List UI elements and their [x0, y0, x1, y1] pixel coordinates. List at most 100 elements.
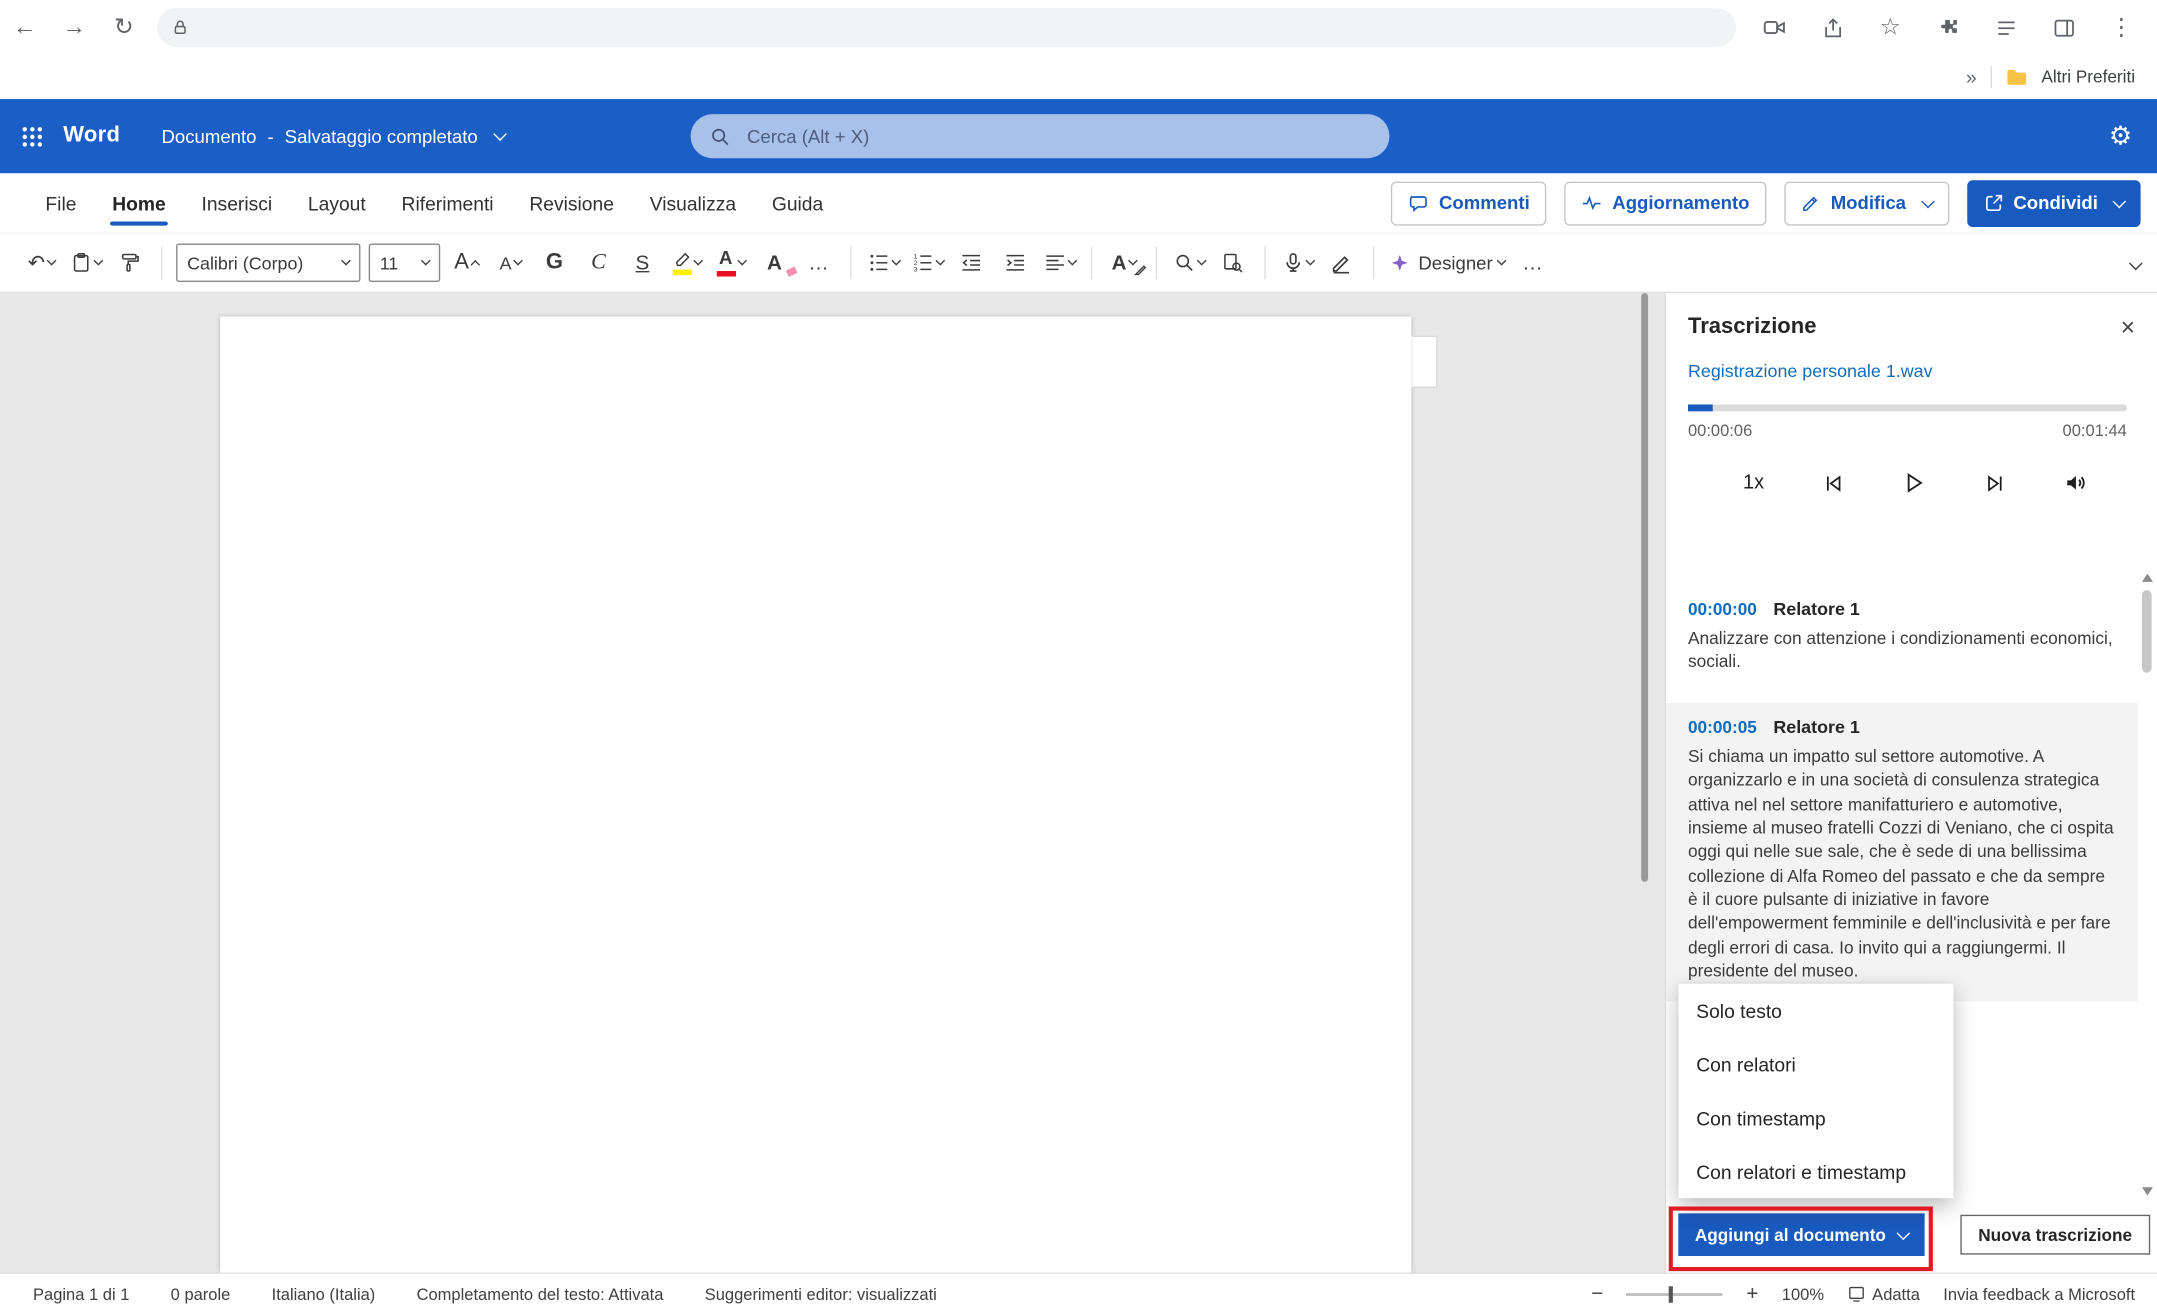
search-input[interactable]: [744, 125, 1370, 148]
share-button[interactable]: Condividi: [1967, 180, 2141, 227]
search-bar[interactable]: [691, 114, 1390, 158]
side-panel-icon[interactable]: [2039, 3, 2089, 53]
browser-reload-button[interactable]: ↻: [99, 3, 149, 53]
transcript-scrollbar[interactable]: [2139, 568, 2156, 1201]
skip-back-icon[interactable]: [1821, 471, 1844, 494]
italic-button[interactable]: C: [576, 242, 620, 283]
zoom-slider[interactable]: [1627, 1292, 1723, 1295]
volume-icon[interactable]: [2063, 470, 2088, 495]
grow-font-button[interactable]: A: [444, 242, 488, 283]
find-button[interactable]: [1167, 242, 1211, 283]
tab-inserisci[interactable]: Inserisci: [184, 173, 290, 232]
format-painter-button[interactable]: [107, 242, 151, 283]
tab-file[interactable]: File: [28, 173, 95, 232]
audio-progress-bar[interactable]: [1688, 404, 2127, 411]
collapse-ribbon-button[interactable]: [2124, 250, 2141, 275]
language-indicator[interactable]: Italiano (Italia): [272, 1284, 376, 1303]
add-to-document-button[interactable]: Aggiungi al documento: [1678, 1213, 1924, 1256]
comment-stub[interactable]: [1411, 336, 1437, 388]
increase-indent-button[interactable]: [993, 242, 1037, 283]
play-icon[interactable]: [1901, 470, 1926, 495]
font-name-value: Calibri (Corpo): [187, 252, 303, 273]
zoom-out-button[interactable]: −: [1591, 1282, 1603, 1305]
tab-revisione[interactable]: Revisione: [511, 173, 631, 232]
skip-forward-icon[interactable]: [1983, 471, 2006, 494]
zoom-slider-thumb[interactable]: [1669, 1286, 1673, 1303]
new-transcription-button[interactable]: Nuova trascrizione: [1960, 1215, 2150, 1255]
styles-button[interactable]: A: [1102, 242, 1146, 283]
save-status[interactable]: Salvataggio completato: [285, 126, 478, 147]
menu-item-con-timestamp[interactable]: Con timestamp: [1678, 1091, 1953, 1145]
font-color-button[interactable]: A: [708, 242, 752, 283]
editor-button[interactable]: [1319, 242, 1363, 283]
app-launcher-waffle-icon[interactable]: [0, 126, 63, 147]
bookmark-star-icon[interactable]: ☆: [1865, 3, 1915, 53]
close-icon[interactable]: ×: [2121, 315, 2135, 340]
entry-timestamp[interactable]: 00:00:00: [1688, 600, 1757, 619]
toolbar-overflow-button[interactable]: …: [1511, 242, 1555, 283]
save-status-chevron-icon[interactable]: [494, 127, 508, 141]
tab-home[interactable]: Home: [94, 173, 183, 232]
undo-button[interactable]: ↶: [19, 242, 63, 283]
menu-item-solo-testo[interactable]: Solo testo: [1678, 984, 1953, 1038]
alignment-button[interactable]: [1037, 242, 1081, 283]
feedback-link[interactable]: Invia feedback a Microsoft: [1943, 1284, 2135, 1303]
dictate-button[interactable]: [1275, 242, 1319, 283]
fit-button[interactable]: Adatta: [1847, 1284, 1920, 1303]
updates-button[interactable]: Aggiornamento: [1564, 181, 1766, 225]
document-page[interactable]: [220, 316, 1411, 1272]
transcript-entry[interactable]: 00:00:00 Relatore 1 Analizzare con atten…: [1666, 585, 2138, 692]
scroll-down-arrow-icon[interactable]: [2142, 1187, 2153, 1195]
bookmarks-overflow-icon[interactable]: »: [1966, 66, 1977, 88]
more-font-options-button[interactable]: …: [797, 242, 841, 283]
decrease-indent-button[interactable]: [949, 242, 993, 283]
extensions-puzzle-icon[interactable]: [1923, 3, 1973, 53]
scrollbar-thumb[interactable]: [2142, 590, 2152, 673]
edit-mode-button[interactable]: Modifica: [1784, 181, 1949, 225]
text-completion-status[interactable]: Completamento del testo: Attivata: [417, 1284, 664, 1303]
paste-button[interactable]: [63, 242, 107, 283]
menu-item-con-relatori-e-timestamp[interactable]: Con relatori e timestamp: [1678, 1145, 1953, 1199]
zoom-in-button[interactable]: +: [1746, 1282, 1758, 1305]
highlight-color-button[interactable]: [664, 242, 708, 283]
word-count[interactable]: 0 parole: [171, 1284, 231, 1303]
entry-text[interactable]: Si chiama un impatto sul settore automot…: [1688, 745, 2116, 984]
reading-list-icon[interactable]: [1981, 3, 2031, 53]
address-bar[interactable]: [157, 8, 1736, 47]
browser-menu-icon[interactable]: ⋮: [2097, 3, 2147, 53]
editor-suggestions-status[interactable]: Suggerimenti editor: visualizzati: [705, 1284, 937, 1303]
entry-text[interactable]: Analizzare con attenzione i condizioname…: [1688, 627, 2116, 675]
zoom-level[interactable]: 100%: [1782, 1284, 1824, 1303]
font-size-select[interactable]: 11: [369, 243, 441, 282]
find-replace-button[interactable]: [1211, 242, 1255, 283]
entry-timestamp[interactable]: 00:00:05: [1688, 718, 1757, 737]
document-scrollbar[interactable]: [1641, 293, 1648, 882]
document-title[interactable]: Documento: [161, 126, 256, 147]
camera-icon[interactable]: [1750, 3, 1800, 53]
numbered-list-button[interactable]: 123: [905, 242, 949, 283]
browser-back-button[interactable]: ←: [0, 3, 50, 53]
tab-layout[interactable]: Layout: [290, 173, 384, 232]
share-icon[interactable]: [1808, 3, 1858, 53]
font-name-select[interactable]: Calibri (Corpo): [176, 243, 360, 282]
recording-file-link[interactable]: Registrazione personale 1.wav: [1688, 360, 2135, 381]
tab-guida[interactable]: Guida: [754, 173, 841, 232]
shrink-font-button[interactable]: A: [488, 242, 532, 283]
bookmarks-folder-label[interactable]: Altri Preferiti: [2041, 67, 2135, 86]
page-count[interactable]: Pagina 1 di 1: [33, 1284, 129, 1303]
tab-visualizza[interactable]: Visualizza: [632, 173, 754, 232]
clear-formatting-button[interactable]: A: [753, 242, 797, 283]
scroll-up-arrow-icon[interactable]: [2142, 574, 2153, 582]
comments-button[interactable]: Commenti: [1391, 181, 1546, 225]
browser-forward-button[interactable]: →: [50, 3, 100, 53]
bullet-list-button[interactable]: [861, 242, 905, 283]
underline-button[interactable]: S: [620, 242, 664, 283]
transcript-entry-selected[interactable]: 00:00:05 Relatore 1 Si chiama un impatto…: [1666, 703, 2138, 1001]
app-name[interactable]: Word: [63, 124, 120, 149]
settings-gear-icon[interactable]: ⚙: [2109, 120, 2132, 152]
designer-button[interactable]: Designer: [1384, 242, 1511, 283]
bold-button[interactable]: G: [532, 242, 576, 283]
menu-item-con-relatori[interactable]: Con relatori: [1678, 1037, 1953, 1091]
tab-riferimenti[interactable]: Riferimenti: [384, 173, 512, 232]
playback-speed-button[interactable]: 1x: [1743, 472, 1764, 494]
